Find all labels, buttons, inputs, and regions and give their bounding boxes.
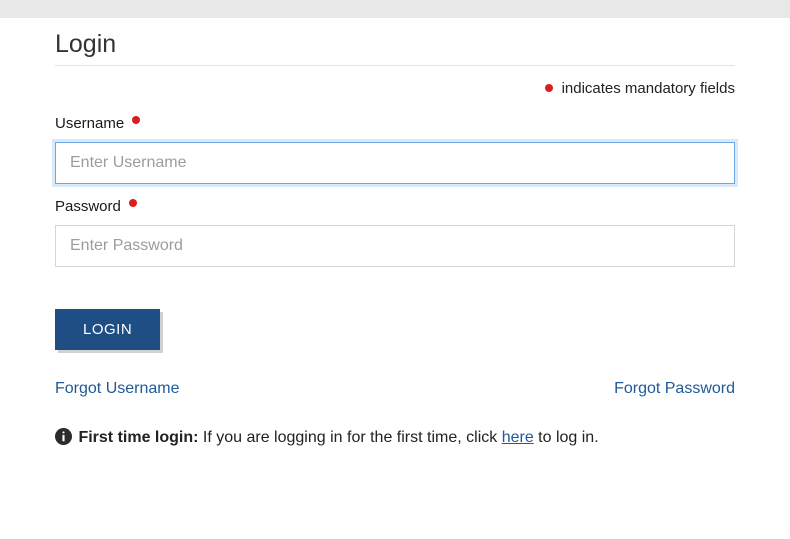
password-input[interactable]: [55, 225, 735, 267]
password-field-group: Password: [55, 198, 735, 267]
login-button[interactable]: LOGIN: [55, 309, 160, 350]
info-text-before: If you are logging in for the first time…: [198, 429, 501, 446]
username-label-text: Username: [55, 115, 124, 132]
username-field-group: Username: [55, 115, 735, 184]
password-label: Password: [55, 198, 735, 215]
mandatory-text: indicates mandatory fields: [562, 80, 735, 97]
login-form-container: Login indicates mandatory fields Usernam…: [0, 18, 790, 451]
info-text-after: to log in.: [534, 429, 599, 446]
forgot-password-link[interactable]: Forgot Password: [614, 380, 735, 398]
forgot-username-link[interactable]: Forgot Username: [55, 380, 180, 398]
first-time-login-info: First time login: If you are logging in …: [55, 424, 735, 451]
page-title: Login: [55, 30, 735, 66]
mandatory-dot-icon: [545, 84, 553, 92]
password-label-text: Password: [55, 198, 121, 215]
mandatory-dot-icon: [129, 199, 137, 207]
info-icon: [55, 428, 72, 445]
first-time-login-here-link[interactable]: here: [502, 429, 534, 446]
mandatory-dot-icon: [132, 116, 140, 124]
info-bold-text: First time login:: [78, 429, 198, 446]
mandatory-note: indicates mandatory fields: [55, 80, 735, 97]
username-label: Username: [55, 115, 735, 132]
top-bar: [0, 0, 790, 18]
username-input[interactable]: [55, 142, 735, 184]
links-row: Forgot Username Forgot Password: [55, 380, 735, 398]
